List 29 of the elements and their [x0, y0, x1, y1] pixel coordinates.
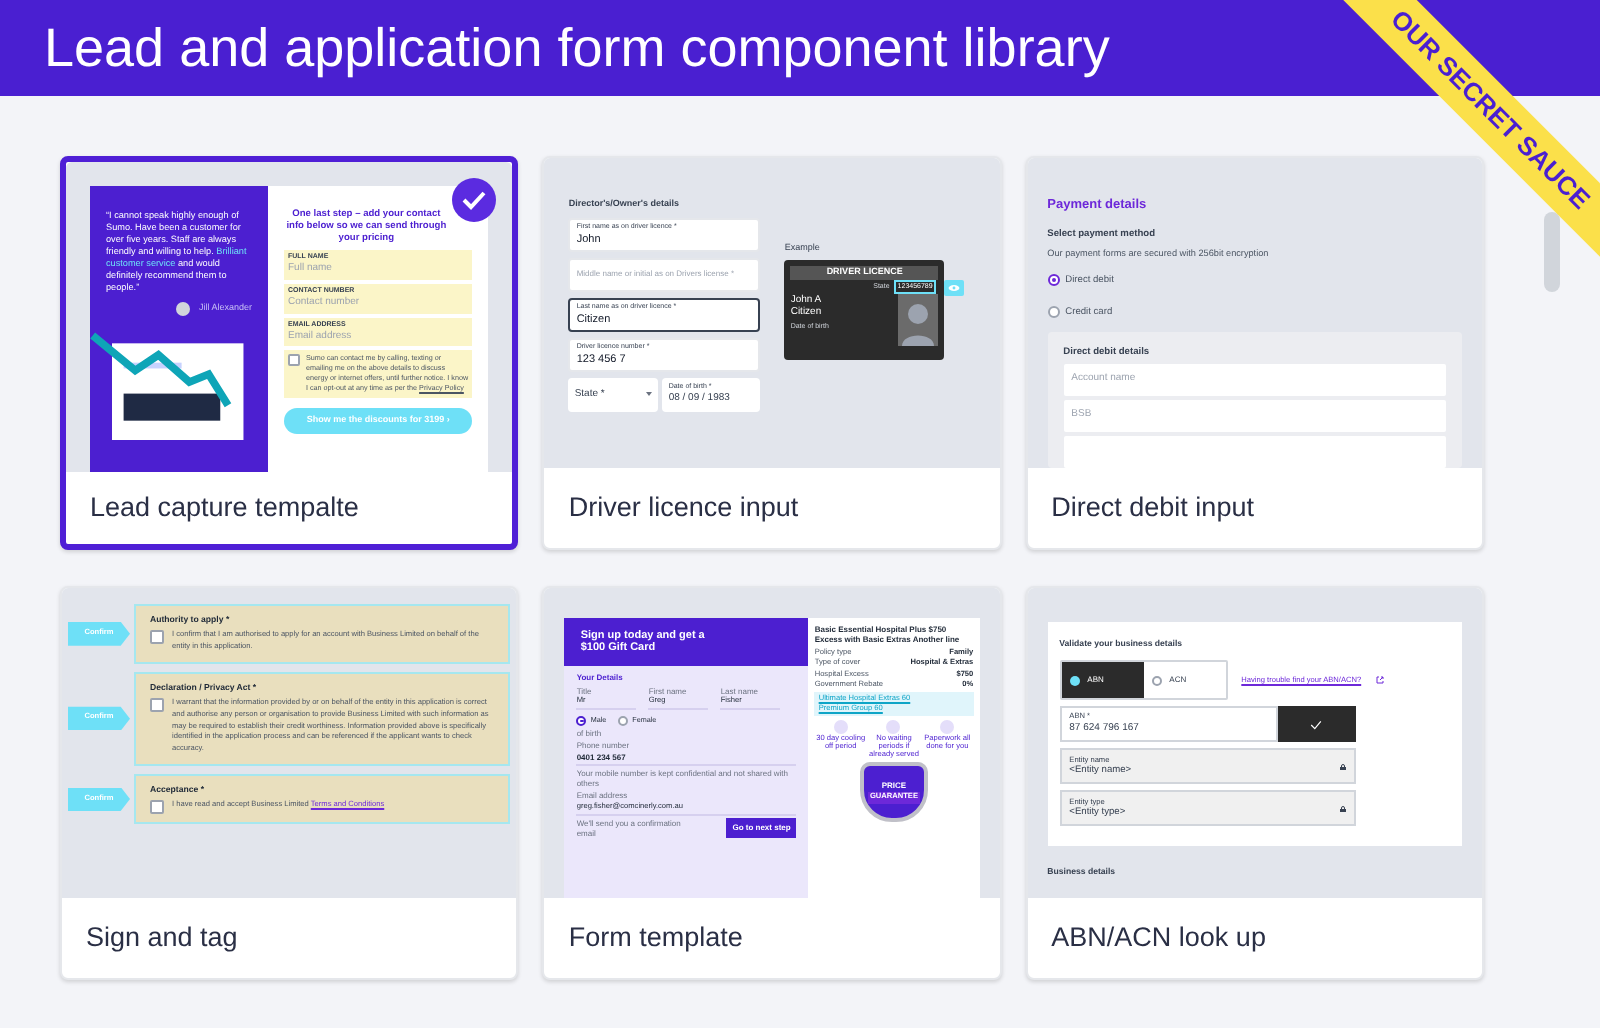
radio-button[interactable] — [618, 715, 629, 726]
checkbox[interactable] — [150, 630, 164, 645]
component-card[interactable] — [60, 156, 519, 550]
external-link-icon — [1375, 676, 1384, 685]
validate-check-button[interactable] — [1277, 706, 1356, 743]
radio-button[interactable] — [1047, 306, 1060, 319]
card-title: Direct debit input — [1051, 489, 1254, 526]
feature-icon — [886, 719, 901, 734]
card-title: Sign and tag — [86, 919, 238, 956]
card-title: Form template — [568, 919, 743, 956]
card-title: Driver licence input — [568, 489, 799, 526]
feature-icon — [940, 719, 955, 734]
page-title: Lead and application form component library — [44, 15, 1110, 82]
radio-button[interactable] — [1047, 274, 1060, 287]
chevron-down-icon — [646, 392, 653, 397]
eye-icon-badge — [944, 279, 965, 296]
portrait-silhouette-icon — [898, 293, 939, 346]
checkbox[interactable] — [150, 698, 164, 713]
scrollbar-thumb[interactable] — [1544, 212, 1560, 292]
checkbox[interactable] — [150, 800, 164, 815]
check-icon — [1310, 719, 1323, 730]
lock-icon — [1339, 805, 1346, 813]
feature-icon — [833, 719, 848, 734]
radio-button[interactable] — [576, 715, 587, 726]
checkbox[interactable] — [288, 354, 300, 367]
card-title: ABN/ACN look up — [1051, 919, 1266, 956]
avatar-icon — [176, 302, 191, 316]
card-title: Lead capture tempalte — [90, 489, 359, 526]
lock-icon — [1339, 763, 1346, 771]
